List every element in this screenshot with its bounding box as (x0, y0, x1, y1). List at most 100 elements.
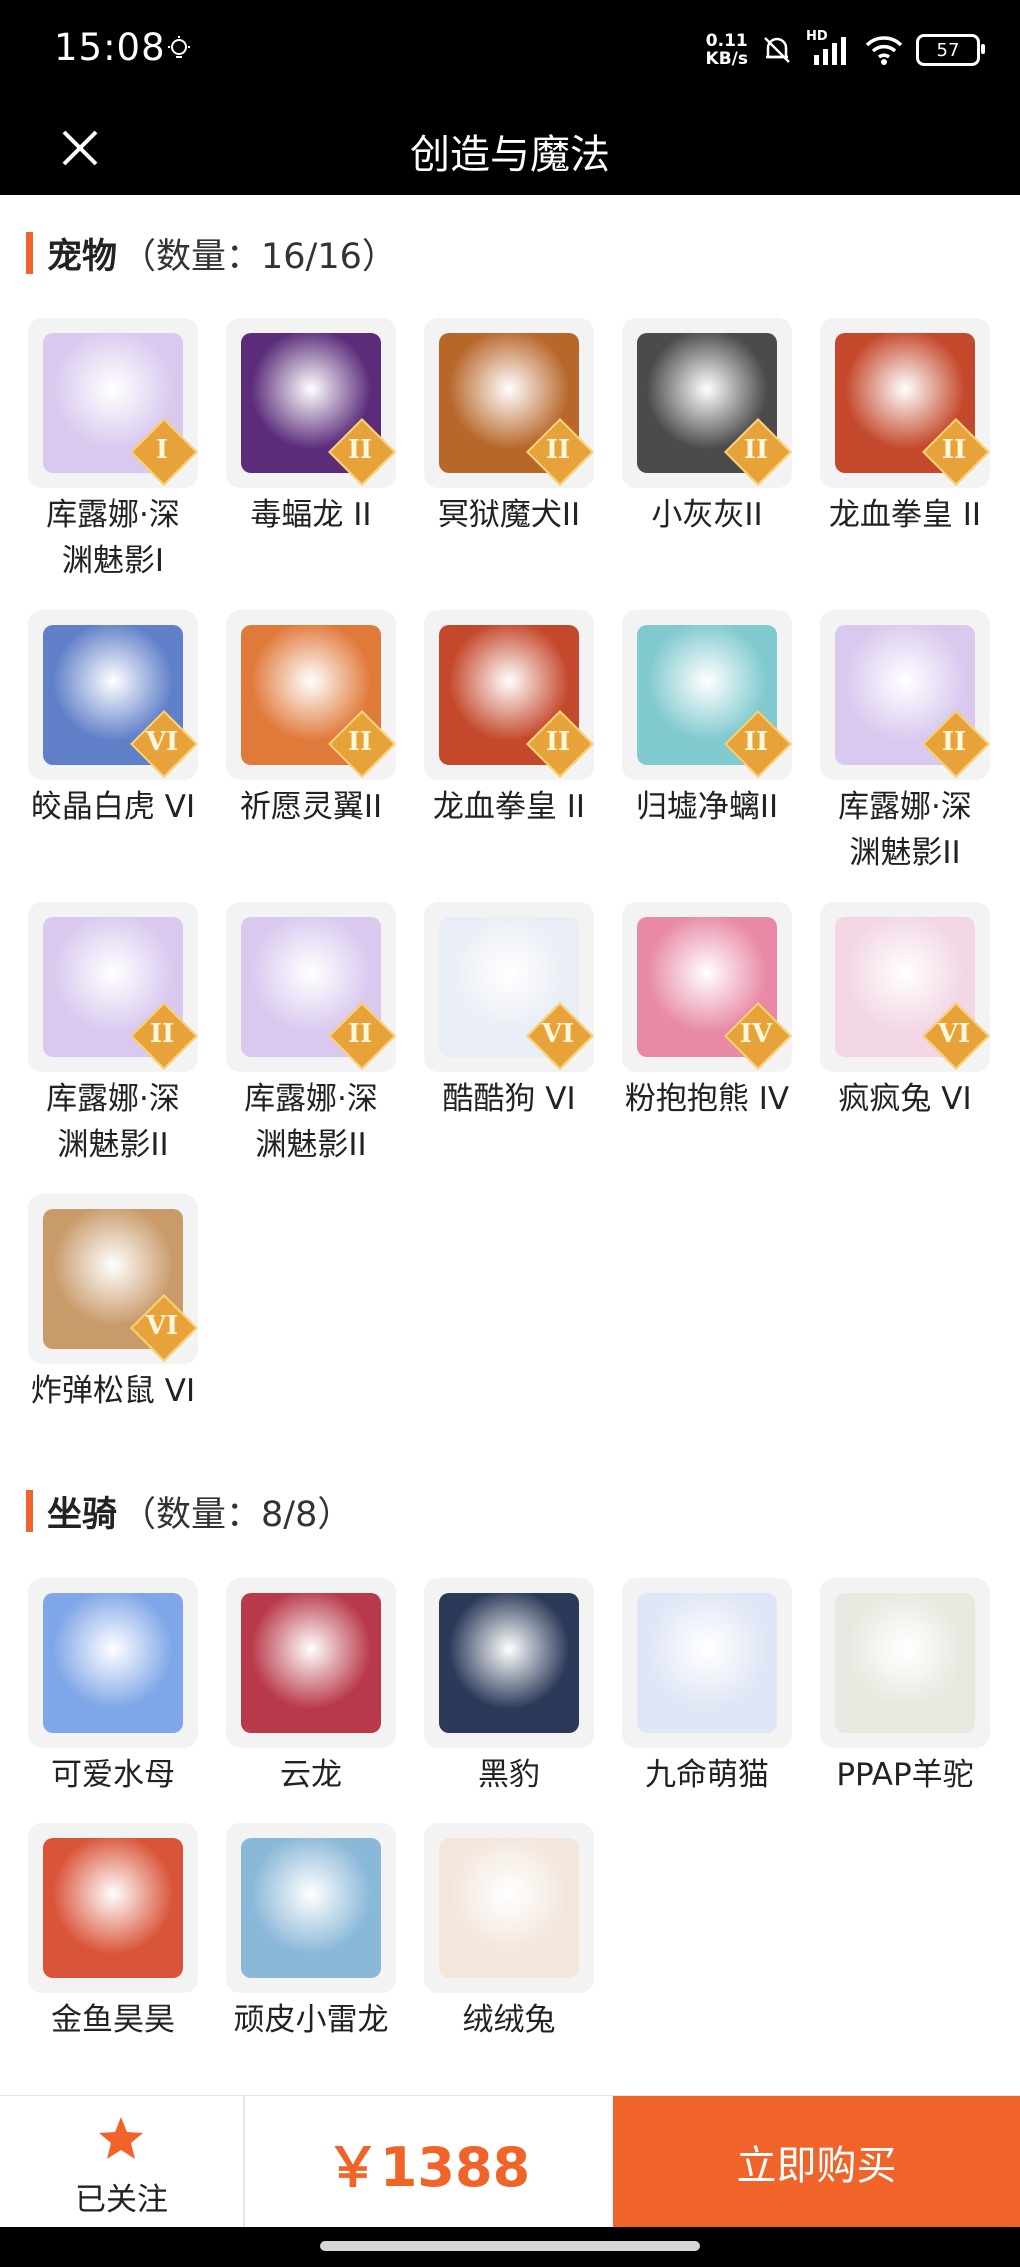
character-image (241, 1838, 381, 1978)
level-badge-text: VI (145, 1311, 179, 1341)
pet-thumbnail: II (226, 610, 396, 780)
pet-item[interactable]: I 库露娜·深 渊魅影I (14, 318, 212, 584)
level-badge: VI (130, 1294, 198, 1362)
character-image (835, 1593, 975, 1733)
level-badge-text: II (545, 727, 571, 757)
status-time: 15:08 (54, 26, 166, 69)
level-badge: II (130, 1002, 198, 1070)
buy-now-button[interactable]: 立即购买 (613, 2096, 1020, 2228)
pet-item[interactable]: II 祈愿灵翼II (212, 610, 410, 830)
follow-button[interactable]: 已关注 (0, 2096, 245, 2228)
pet-thumbnail: I (28, 318, 198, 488)
mount-name: 黑豹 (478, 1757, 540, 1793)
level-badge-text: VI (937, 1019, 971, 1049)
mount-item[interactable]: 绒绒兔 (410, 1823, 608, 2043)
pet-name: 库露娜·深 渊魅影II (838, 789, 972, 871)
level-badge: II (724, 710, 792, 778)
mount-item[interactable]: 金鱼昊昊 (14, 1823, 212, 2043)
pet-name: 库露娜·深 渊魅影II (46, 1081, 180, 1163)
app-bar: 创造与魔法 (0, 100, 1020, 195)
pet-name: 炸弹松鼠 VI (30, 1373, 196, 1409)
character-image (439, 1838, 579, 1978)
mount-name: 云龙 (280, 1757, 342, 1793)
pet-name: 皎晶白虎 VI (30, 789, 196, 825)
level-badge: II (328, 710, 396, 778)
pet-name: 疯疯兔 VI (838, 1081, 972, 1117)
level-badge-text: II (545, 435, 571, 465)
pet-thumbnail: VI (28, 1194, 198, 1364)
pet-name: 粉抱抱熊 IV (624, 1081, 790, 1117)
pet-item[interactable]: II 小灰灰II (608, 318, 806, 538)
signal-icon: HD (806, 29, 852, 67)
pet-item[interactable]: II 龙血拳皇 II (806, 318, 1004, 538)
pet-item[interactable]: II 库露娜·深 渊魅影II (806, 610, 1004, 876)
pet-item[interactable]: VI 炸弹松鼠 VI (14, 1194, 212, 1414)
mount-thumbnail (226, 1578, 396, 1748)
mount-item[interactable]: 顽皮小雷龙 (212, 1823, 410, 2043)
pet-item[interactable]: II 毒蝠龙 II (212, 318, 410, 538)
level-badge: II (922, 710, 990, 778)
pet-thumbnail: II (28, 902, 198, 1072)
mount-thumbnail (424, 1578, 594, 1748)
mount-item[interactable]: 九命萌猫 (608, 1578, 806, 1798)
pet-thumbnail: II (820, 318, 990, 488)
star-icon (99, 2117, 143, 2159)
page-title: 创造与魔法 (410, 132, 610, 178)
pet-name: 库露娜·深 渊魅影II (244, 1081, 378, 1163)
pet-name: 小灰灰II (651, 497, 763, 533)
mount-thumbnail (28, 1578, 198, 1748)
pet-item[interactable]: IV 粉抱抱熊 IV (608, 902, 806, 1122)
mount-name: 九命萌猫 (645, 1757, 769, 1793)
pet-item[interactable]: VI 酷酷狗 VI (410, 902, 608, 1122)
pet-item[interactable]: II 龙血拳皇 II (410, 610, 608, 830)
character-image (43, 1593, 183, 1733)
level-badge-text: VI (541, 1019, 575, 1049)
character-image (439, 1593, 579, 1733)
level-badge-text: II (743, 727, 769, 757)
lightbulb-icon (168, 36, 190, 58)
status-bar: 15:08 0.11 KB/s HD 57 (0, 0, 1020, 100)
pet-name: 龙血拳皇 II (432, 789, 586, 825)
pet-item[interactable]: II 冥狱魔犬II (410, 318, 608, 538)
level-badge-text: VI (145, 727, 179, 757)
pet-thumbnail: II (820, 610, 990, 780)
pet-name: 库露娜·深 渊魅影I (46, 497, 180, 579)
wifi-icon (865, 36, 903, 65)
mount-item[interactable]: PPAP羊驼 (806, 1578, 1004, 1798)
level-badge: IV (724, 1002, 792, 1070)
bottom-action-bar: 已关注 ￥1388 立即购买 (0, 2095, 1020, 2228)
level-badge: II (526, 710, 594, 778)
mount-thumbnail (622, 1578, 792, 1748)
network-speed: 0.11 KB/s (706, 32, 748, 68)
level-badge-text: II (941, 727, 967, 757)
section-accent-bar (26, 1490, 33, 1532)
level-badge: II (922, 418, 990, 486)
pet-item[interactable]: II 库露娜·深 渊魅影II (14, 902, 212, 1168)
pet-item[interactable]: II 归墟净螭II (608, 610, 806, 830)
level-badge-text: II (941, 435, 967, 465)
pet-name: 冥狱魔犬II (437, 497, 581, 533)
mount-item[interactable]: 黑豹 (410, 1578, 608, 1798)
pet-thumbnail: VI (28, 610, 198, 780)
mount-thumbnail (226, 1823, 396, 1993)
pets-section-header: 宠物 （数量：16/16） (26, 228, 397, 278)
pet-item[interactable]: VI 皎晶白虎 VI (14, 610, 212, 830)
pet-thumbnail: VI (424, 902, 594, 1072)
character-image (241, 1593, 381, 1733)
pet-thumbnail: IV (622, 902, 792, 1072)
network-speed-value: 0.11 (705, 31, 748, 51)
mount-thumbnail (28, 1823, 198, 1993)
level-badge: VI (922, 1002, 990, 1070)
price-label: ￥1388 (325, 2135, 531, 2199)
level-badge: VI (130, 710, 198, 778)
home-indicator[interactable] (320, 2241, 700, 2251)
mount-thumbnail (820, 1578, 990, 1748)
pet-item[interactable]: VI 疯疯兔 VI (806, 902, 1004, 1122)
pet-item[interactable]: II 库露娜·深 渊魅影II (212, 902, 410, 1168)
mount-item[interactable]: 云龙 (212, 1578, 410, 1798)
pet-thumbnail: II (226, 902, 396, 1072)
mount-item[interactable]: 可爱水母 (14, 1578, 212, 1798)
level-badge: VI (526, 1002, 594, 1070)
section-accent-bar (26, 232, 33, 274)
mute-bell-icon (764, 37, 790, 63)
